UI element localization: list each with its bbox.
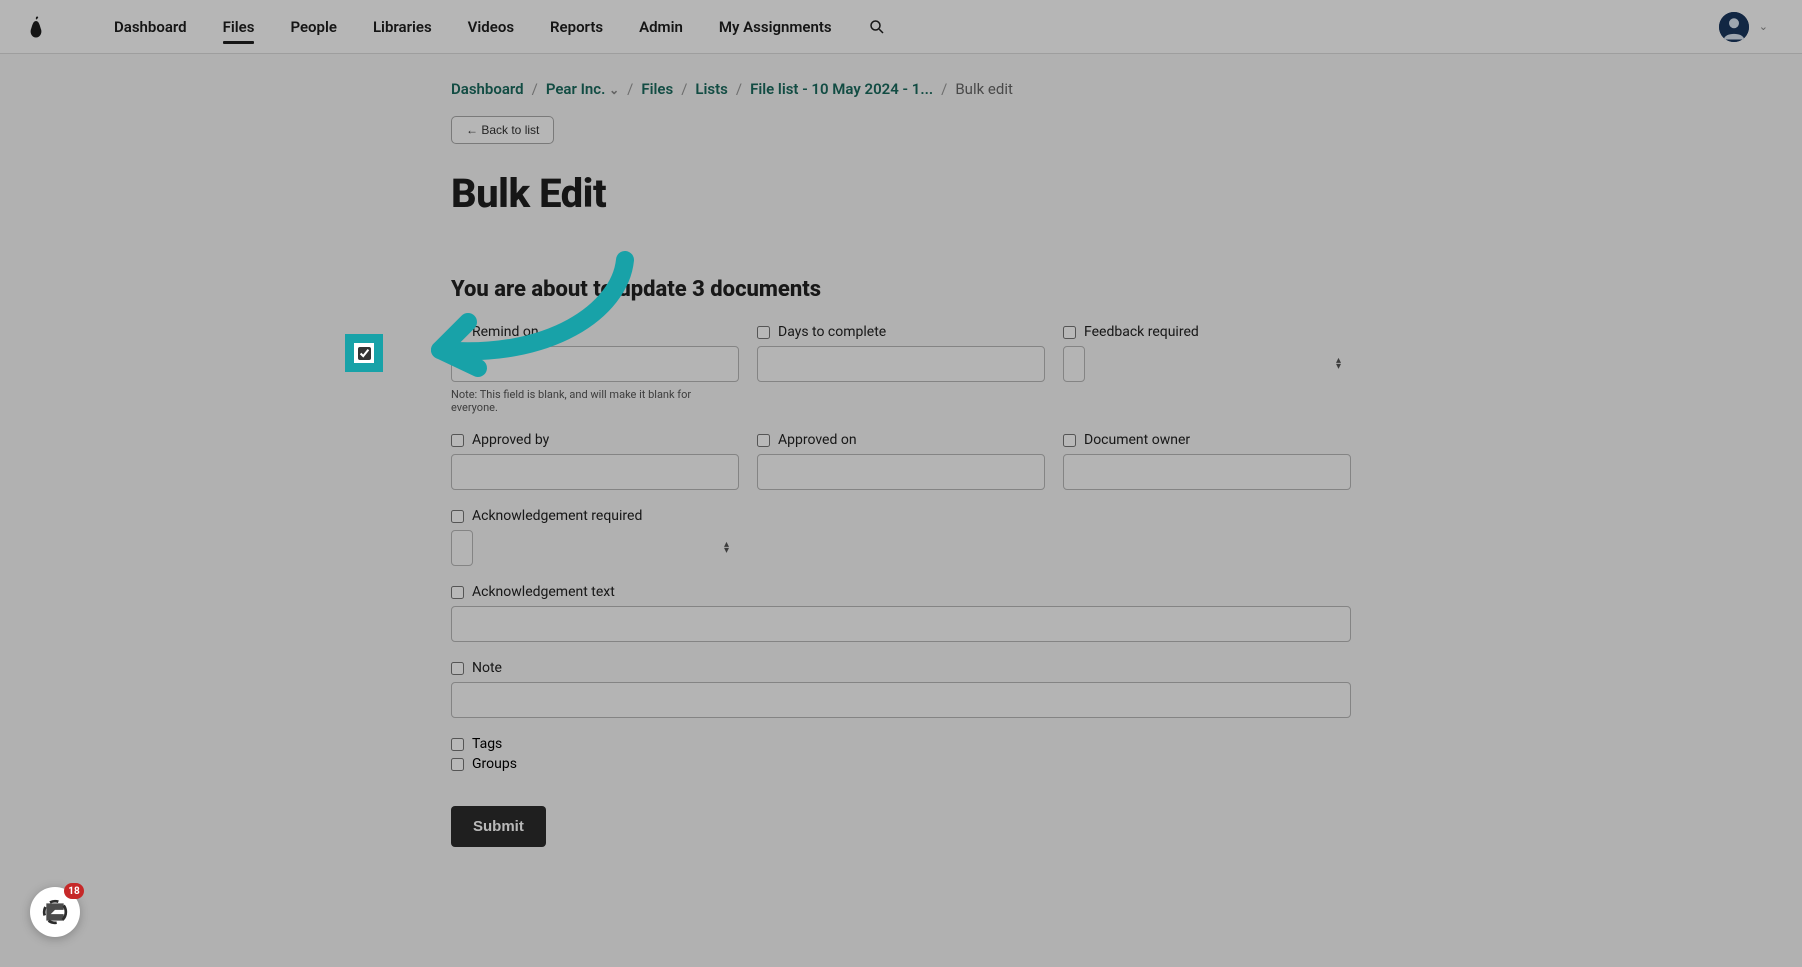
- breadcrumb-sep: /: [532, 80, 538, 98]
- breadcrumb-sep: /: [941, 80, 947, 98]
- remind-on-input[interactable]: [451, 346, 739, 382]
- select-arrows-icon: ▴▾: [724, 542, 729, 554]
- field-ack-required: Acknowledgement required ▴▾: [451, 508, 739, 566]
- main-container: Dashboard / Pear Inc. ⌄ / Files / Lists …: [451, 54, 1351, 847]
- approved-on-input[interactable]: [757, 454, 1045, 490]
- breadcrumb: Dashboard / Pear Inc. ⌄ / Files / Lists …: [451, 80, 1351, 98]
- field-label-text: Approved by: [472, 432, 549, 448]
- nav-label: My Assignments: [719, 18, 832, 36]
- field-groups: Groups: [451, 756, 1351, 772]
- breadcrumb-sep: /: [627, 80, 633, 98]
- ack-text-checkbox[interactable]: [451, 586, 464, 599]
- approved-on-checkbox[interactable]: [757, 434, 770, 447]
- page-title: Bulk Edit: [451, 170, 1351, 217]
- ack-required-checkbox[interactable]: [451, 510, 464, 523]
- field-label-text: Days to complete: [778, 324, 886, 340]
- chat-widget-icon: [42, 899, 68, 925]
- field-label-text: Acknowledgement required: [472, 508, 642, 524]
- groups-checkbox[interactable]: [451, 758, 464, 771]
- nav-label: Dashboard: [114, 18, 187, 36]
- chevron-down-icon[interactable]: ⌄: [1759, 20, 1768, 33]
- nav-label: Files: [223, 18, 255, 36]
- breadcrumb-org[interactable]: Pear Inc. ⌄: [546, 80, 619, 98]
- field-label-text: Document owner: [1084, 432, 1190, 448]
- breadcrumb-label: Pear Inc.: [546, 80, 606, 98]
- document-owner-input[interactable]: [1063, 454, 1351, 490]
- breadcrumb-sep: /: [736, 80, 742, 98]
- nav-label: Libraries: [373, 18, 432, 36]
- breadcrumb-sep: /: [681, 80, 687, 98]
- field-document-owner: Document owner: [1063, 432, 1351, 490]
- approved-by-checkbox[interactable]: [451, 434, 464, 447]
- ack-text-input[interactable]: [451, 606, 1351, 642]
- top-nav-bar: Dashboard Files People Libraries Videos …: [0, 0, 1802, 54]
- chat-badge: 18: [64, 883, 84, 899]
- field-label-text: Tags: [472, 736, 502, 752]
- app-logo[interactable]: [16, 14, 56, 40]
- breadcrumb-files[interactable]: Files: [641, 80, 673, 98]
- nav-label: Admin: [639, 18, 683, 36]
- note-checkbox[interactable]: [451, 662, 464, 675]
- avatar-icon: [1719, 12, 1749, 42]
- nav-reports[interactable]: Reports: [532, 0, 621, 54]
- select-arrows-icon: ▴▾: [1336, 358, 1341, 370]
- ack-required-select[interactable]: [451, 530, 473, 566]
- field-feedback-required: Feedback required ▴▾: [1063, 324, 1351, 414]
- bulk-edit-form: Remind on Note: This field is blank, and…: [451, 324, 1351, 847]
- nav-label: Videos: [468, 18, 514, 36]
- main-nav: Dashboard Files People Libraries Videos …: [96, 0, 850, 54]
- document-owner-checkbox[interactable]: [1063, 434, 1076, 447]
- remind-on-checkbox[interactable]: [451, 326, 464, 339]
- approved-by-input[interactable]: [451, 454, 739, 490]
- user-avatar[interactable]: [1719, 12, 1749, 42]
- note-input[interactable]: [451, 682, 1351, 718]
- tags-checkbox[interactable]: [451, 738, 464, 751]
- nav-admin[interactable]: Admin: [621, 0, 701, 54]
- field-approved-by: Approved by: [451, 432, 739, 490]
- field-label-text: Approved on: [778, 432, 857, 448]
- nav-people[interactable]: People: [272, 0, 355, 54]
- field-days-to-complete: Days to complete: [757, 324, 1045, 414]
- nav-my-assignments[interactable]: My Assignments: [701, 0, 850, 54]
- nav-dashboard[interactable]: Dashboard: [96, 0, 205, 54]
- search-button[interactable]: [868, 18, 886, 36]
- submit-button[interactable]: Submit: [451, 806, 546, 847]
- field-label-text: Feedback required: [1084, 324, 1199, 340]
- feedback-required-select[interactable]: [1063, 346, 1085, 382]
- field-label-text: Note: [472, 660, 502, 676]
- nav-label: People: [290, 18, 337, 36]
- search-icon: [868, 18, 886, 36]
- nav-libraries[interactable]: Libraries: [355, 0, 450, 54]
- chat-widget-button[interactable]: 18: [30, 887, 80, 937]
- nav-videos[interactable]: Videos: [450, 0, 532, 54]
- remind-on-checkbox-highlighted[interactable]: [358, 347, 371, 360]
- page-subtitle: You are about to update 3 documents: [451, 277, 1351, 302]
- days-to-complete-checkbox[interactable]: [757, 326, 770, 339]
- pear-logo-icon: [27, 14, 45, 40]
- back-to-list-button[interactable]: ← Back to list: [451, 116, 554, 144]
- breadcrumb-current: Bulk edit: [955, 80, 1013, 98]
- field-remind-on: Remind on Note: This field is blank, and…: [451, 324, 739, 414]
- annotation-highlight-box: [345, 334, 383, 372]
- nav-files[interactable]: Files: [205, 0, 273, 54]
- field-label-text: Remind on: [472, 324, 539, 340]
- chevron-down-icon: ⌄: [609, 83, 619, 97]
- field-ack-text: Acknowledgement text: [451, 584, 1351, 642]
- breadcrumb-dashboard[interactable]: Dashboard: [451, 80, 524, 98]
- field-approved-on: Approved on: [757, 432, 1045, 490]
- remind-on-help: Note: This field is blank, and will make…: [451, 388, 739, 414]
- field-label-text: Groups: [472, 756, 517, 772]
- topbar-right: ⌄: [1719, 12, 1786, 42]
- nav-label: Reports: [550, 18, 603, 36]
- breadcrumb-filelist[interactable]: File list - 10 May 2024 - 1...: [750, 80, 933, 98]
- feedback-required-checkbox[interactable]: [1063, 326, 1076, 339]
- field-label-text: Acknowledgement text: [472, 584, 615, 600]
- field-note: Note: [451, 660, 1351, 718]
- field-tags: Tags: [451, 736, 1351, 752]
- breadcrumb-lists[interactable]: Lists: [695, 80, 727, 98]
- days-to-complete-input[interactable]: [757, 346, 1045, 382]
